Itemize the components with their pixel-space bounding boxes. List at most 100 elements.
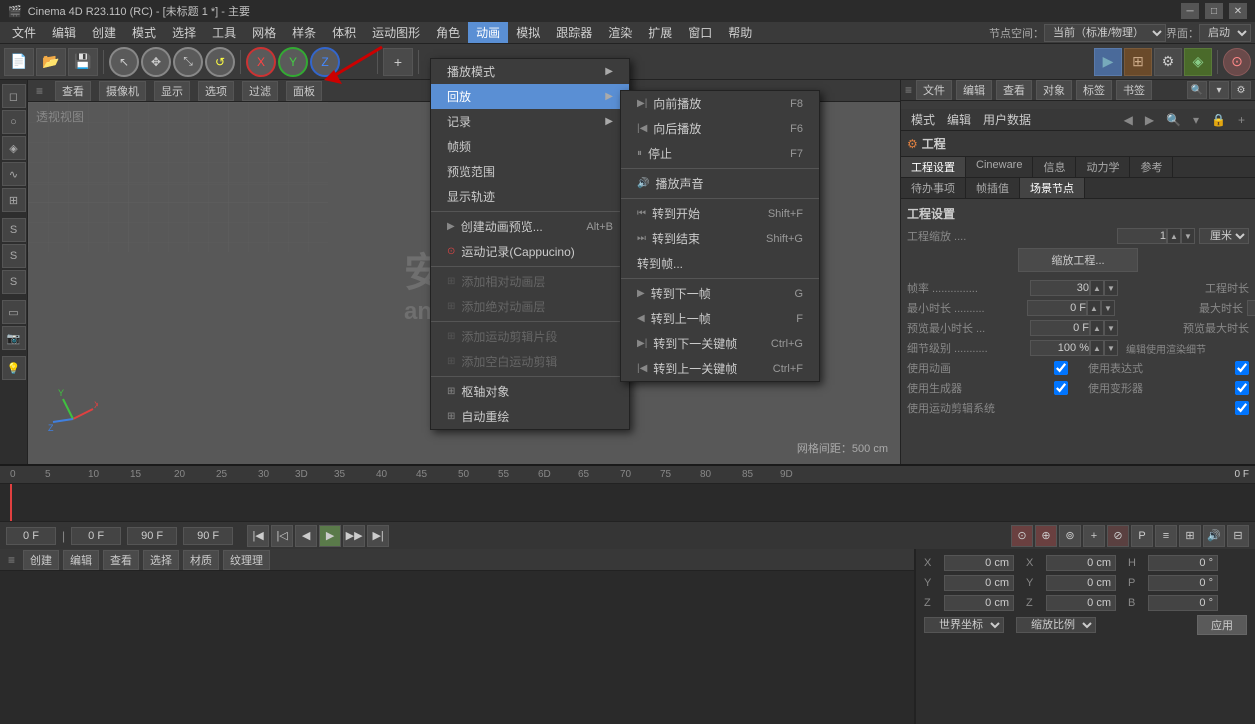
- prop-check-use-expr[interactable]: [1235, 361, 1249, 375]
- spinner-up[interactable]: ▲: [1167, 228, 1181, 244]
- minimize-button[interactable]: ─: [1181, 3, 1199, 19]
- ll-material[interactable]: 材质: [183, 550, 219, 570]
- rp-file[interactable]: 文件: [916, 80, 952, 100]
- prop-check-use-motion-clip[interactable]: [1235, 401, 1249, 415]
- props-nav-fwd[interactable]: ▶: [1141, 112, 1158, 128]
- menu-mesh[interactable]: 网格: [244, 22, 284, 43]
- props-mode-tab[interactable]: 模式: [907, 110, 939, 129]
- close-button[interactable]: ✕: [1229, 3, 1247, 19]
- coord-x-rot[interactable]: [1046, 555, 1116, 571]
- menu-spline[interactable]: 样条: [284, 22, 324, 43]
- sound-btn[interactable]: 🔊: [1203, 525, 1225, 547]
- ll-texture[interactable]: 纹理理: [223, 550, 270, 570]
- sub-prev-frame[interactable]: ◀ 转到上一帧 F: [621, 306, 819, 331]
- menu-create-preview[interactable]: ▶ 创建动画预览... Alt+B: [431, 214, 629, 239]
- props-user-data-tab[interactable]: 用户数据: [979, 110, 1035, 129]
- menu-mode[interactable]: 模式: [124, 22, 164, 43]
- menu-tracker[interactable]: 跟踪器: [548, 22, 600, 43]
- start-frame-input[interactable]: [71, 527, 121, 545]
- sidebar-s2[interactable]: S: [2, 244, 26, 268]
- go-to-start-btn[interactable]: |◀: [247, 525, 269, 547]
- menu-volume[interactable]: 体积: [324, 22, 364, 43]
- open-btn[interactable]: 📂: [36, 48, 66, 76]
- min-time-spinner-up[interactable]: ▲: [1087, 300, 1101, 316]
- ll-view[interactable]: 查看: [103, 550, 139, 570]
- sidebar-s1[interactable]: S: [2, 218, 26, 242]
- ll-create[interactable]: 创建: [23, 550, 59, 570]
- menu-frame[interactable]: 帧频: [431, 134, 629, 159]
- sub-backward-play[interactable]: |◀ 向后播放 F6: [621, 116, 819, 141]
- record-active-btn[interactable]: ⊙: [1011, 525, 1033, 547]
- sub-next-frame[interactable]: ▶ 转到下一帧 G: [621, 281, 819, 306]
- maximize-button[interactable]: □: [1205, 3, 1223, 19]
- end-frame-input[interactable]: [127, 527, 177, 545]
- ll-select[interactable]: 选择: [143, 550, 179, 570]
- menu-select[interactable]: 选择: [164, 22, 204, 43]
- vp-camera[interactable]: 摄像机: [99, 81, 146, 101]
- props-tab-info[interactable]: 信息: [1033, 157, 1076, 177]
- filter-icon[interactable]: ▾: [1209, 81, 1229, 99]
- prop-unit-select[interactable]: 厘米: [1199, 228, 1249, 244]
- vp-options[interactable]: 选项: [198, 81, 234, 101]
- rp-view[interactable]: 查看: [996, 80, 1032, 100]
- menu-animation[interactable]: 动画: [468, 22, 508, 43]
- sub-next-keyframe[interactable]: ▶| 转到下一关键帧 Ctrl+G: [621, 331, 819, 356]
- ll-edit[interactable]: 编辑: [63, 550, 99, 570]
- menu-playback[interactable]: 回放 ▶: [431, 84, 629, 109]
- menu-playback-mode[interactable]: 播放模式 ▶: [431, 59, 629, 84]
- coord-z-pos[interactable]: [944, 595, 1014, 611]
- detail-down[interactable]: ▼: [1104, 340, 1118, 356]
- move-tool[interactable]: ✥: [141, 47, 171, 77]
- props-subtab-todo[interactable]: 待办事项: [901, 178, 966, 198]
- props-nav-back[interactable]: ◀: [1120, 112, 1137, 128]
- timeline-cfg-btn[interactable]: ⊟: [1227, 525, 1249, 547]
- save-btn[interactable]: 💾: [68, 48, 98, 76]
- coord-scale-select[interactable]: 缩放比例: [1016, 617, 1096, 633]
- props-subtab-interpolation[interactable]: 帧插值: [966, 178, 1020, 198]
- prop-fps-input[interactable]: [1030, 280, 1090, 296]
- coord-b[interactable]: [1148, 595, 1218, 611]
- props-tab-project[interactable]: 工程设置: [901, 157, 966, 177]
- timeline-track[interactable]: [0, 484, 1255, 521]
- sidebar-light[interactable]: 💡: [2, 356, 26, 380]
- total-frame-input[interactable]: [183, 527, 233, 545]
- sidebar-spline[interactable]: ∿: [2, 162, 26, 186]
- scale-tool[interactable]: ⤡: [173, 47, 203, 77]
- coord-x-pos[interactable]: [944, 555, 1014, 571]
- sub-forward-play[interactable]: ▶| 向前播放 F8: [621, 91, 819, 116]
- vp-view[interactable]: 查看: [55, 81, 91, 101]
- coord-y-pos[interactable]: [944, 575, 1014, 591]
- record-all-btn[interactable]: ⊕: [1035, 525, 1057, 547]
- props-tab-reference[interactable]: 参考: [1130, 157, 1173, 177]
- render-settings-btn[interactable]: ⚙: [1154, 48, 1182, 76]
- menu-window[interactable]: 窗口: [680, 22, 720, 43]
- select-tool[interactable]: ↖: [109, 47, 139, 77]
- vp-panel[interactable]: 面板: [286, 81, 322, 101]
- menu-tools[interactable]: 工具: [204, 22, 244, 43]
- snap-btn[interactable]: ⊙: [1223, 48, 1251, 76]
- timeline-expand-btn[interactable]: ⊞: [1179, 525, 1201, 547]
- z-axis-btn[interactable]: Z: [310, 47, 340, 77]
- vp-filter[interactable]: 过滤: [242, 81, 278, 101]
- menu-motion-record[interactable]: ⊙ 运动记录(Cappucino): [431, 239, 629, 264]
- menu-file[interactable]: 文件: [4, 22, 44, 43]
- titlebar-controls[interactable]: ─ □ ✕: [1181, 3, 1247, 19]
- preview-min-down[interactable]: ▼: [1104, 320, 1118, 336]
- render-btn[interactable]: ▶: [1094, 48, 1122, 76]
- sidebar-nurbs[interactable]: ⊞: [2, 188, 26, 212]
- coord-system-select[interactable]: 世界坐标: [924, 617, 1004, 633]
- menu-extensions[interactable]: 扩展: [640, 22, 680, 43]
- menu-mograph[interactable]: 运动图形: [364, 22, 428, 43]
- render-objects-btn[interactable]: ◈: [1184, 48, 1212, 76]
- timeline-misc-btn[interactable]: ≡: [1155, 525, 1177, 547]
- prop-check-use-gen[interactable]: [1054, 381, 1068, 395]
- sub-play-sound[interactable]: 🔊 播放声音: [621, 171, 819, 196]
- menu-preview-range[interactable]: 预览范围: [431, 159, 629, 184]
- min-time-spinner-down[interactable]: ▼: [1101, 300, 1115, 316]
- props-btn2[interactable]: P: [1131, 525, 1153, 547]
- search-icon[interactable]: 🔍: [1187, 81, 1207, 99]
- menu-edit[interactable]: 编辑: [44, 22, 84, 43]
- x-axis-btn[interactable]: X: [246, 47, 276, 77]
- sidebar-sphere[interactable]: ○: [2, 110, 26, 134]
- rp-edit[interactable]: 编辑: [956, 80, 992, 100]
